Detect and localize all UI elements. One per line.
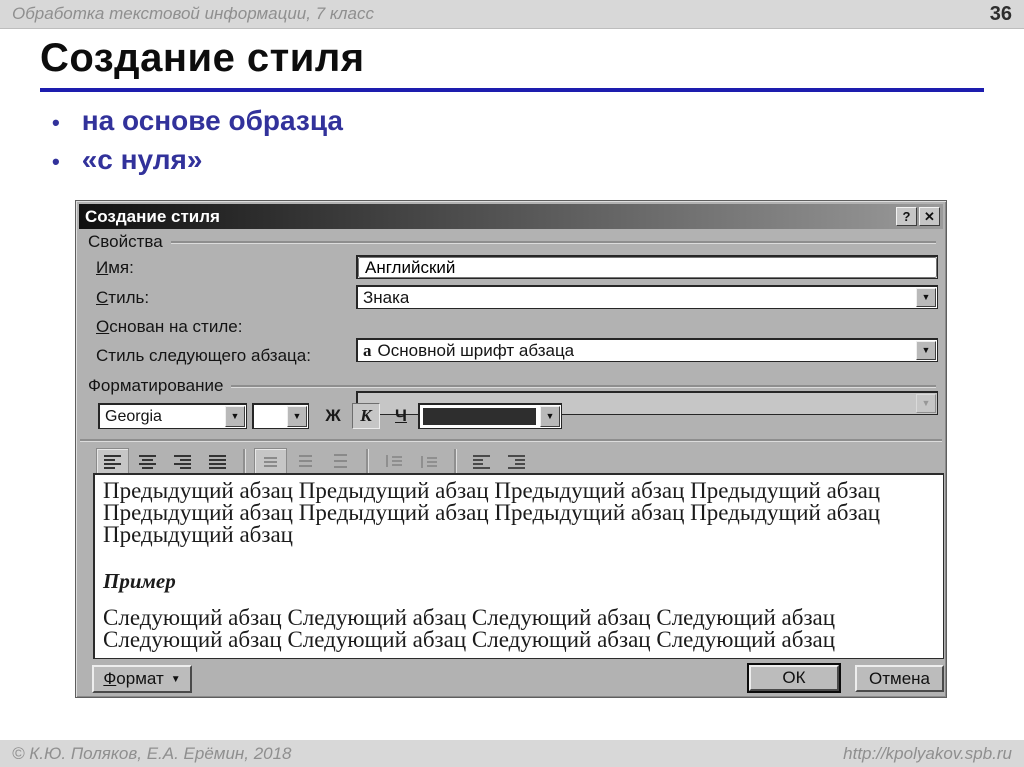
previous-paragraph-text: Предыдущий абзац: [103, 522, 293, 547]
line-spacing-double-icon: [332, 453, 349, 469]
next-paragraph-text: Следующий абзац Следующий абзац Следующи…: [103, 605, 836, 630]
title-underline: [40, 88, 984, 92]
previous-paragraph-text: Предыдущий абзац Предыдущий абзац Предыд…: [103, 500, 881, 525]
line-spacing-15-icon: [297, 453, 314, 469]
next-style-label: Стиль следующего абзаца:: [96, 346, 311, 365]
increase-indent-button[interactable]: [500, 448, 533, 474]
based-on-label: Основан на стиле:: [96, 317, 243, 336]
create-style-dialog: Создание стиля ? ✕ Свойства Имя: Стиль: …: [75, 200, 947, 698]
font-color-swatch: [423, 408, 536, 425]
ok-button-face: ОК: [749, 665, 839, 691]
char-style-icon: а: [363, 340, 372, 360]
dialog-titlebar[interactable]: Создание стиля ? ✕: [79, 204, 943, 229]
based-on-value: Основной шрифт абзаца: [377, 340, 575, 360]
style-label: Стиль:: [96, 288, 150, 307]
next-paragraph-text: Следующий абзац Следующий абзац Следующи…: [103, 627, 836, 652]
align-justify-icon: [209, 453, 226, 469]
sample-text: Пример: [103, 569, 176, 593]
space-after-button[interactable]: [412, 448, 445, 474]
help-button[interactable]: ?: [896, 207, 917, 226]
decrease-indent-button[interactable]: [465, 448, 498, 474]
bullet-icon: •: [52, 149, 60, 174]
space-after-icon: [420, 453, 437, 469]
chevron-down-icon: ▼: [916, 394, 936, 413]
close-icon[interactable]: ✕: [919, 207, 940, 226]
style-type-value: Знака: [363, 287, 410, 307]
chevron-down-icon[interactable]: ▼: [225, 406, 245, 427]
font-size-combobox[interactable]: ▼: [252, 403, 309, 429]
name-label: Имя:: [96, 258, 134, 277]
line-spacing-single-button[interactable]: [254, 448, 287, 474]
font-color-combobox[interactable]: ▼: [418, 403, 562, 429]
toolbar-separator: [454, 449, 456, 473]
italic-button[interactable]: К: [352, 403, 380, 429]
style-preview-pane: Предыдущий абзац Предыдущий абзац Предыд…: [93, 473, 944, 659]
dialog-title: Создание стиля: [85, 206, 220, 226]
align-right-icon: [174, 453, 191, 469]
group-rule: [170, 241, 936, 243]
underline-button[interactable]: Ч: [386, 403, 416, 429]
chevron-down-icon[interactable]: ▼: [287, 406, 307, 427]
space-before-icon: [385, 453, 402, 469]
toolbar-separator: [243, 449, 245, 473]
format-button-label: Формат: [103, 669, 164, 688]
bold-button[interactable]: Ж: [318, 403, 348, 429]
font-family-value: Georgia: [105, 407, 162, 425]
page-number: 36: [989, 2, 1012, 25]
site-url: http://kpolyakov.spb.ru: [843, 743, 1012, 763]
properties-group-label: Свойства: [88, 232, 163, 251]
based-on-combobox[interactable]: а Основной шрифт абзаца ▼: [356, 338, 938, 362]
copyright-text: © К.Ю. Поляков, Е.А. Ерёмин, 2018: [12, 743, 292, 763]
font-family-combobox[interactable]: Georgia ▼: [98, 403, 247, 429]
course-title: Обработка текстовой информации, 7 класс: [12, 4, 374, 23]
name-field-wrap: [356, 255, 938, 279]
formatting-group-label: Форматирование: [88, 376, 224, 395]
slide-title: Создание стиля: [40, 36, 365, 80]
format-menu-button[interactable]: Формат ▼: [92, 665, 192, 693]
top-bar: Обработка текстовой информации, 7 класс …: [0, 0, 1024, 29]
chevron-down-icon[interactable]: ▼: [916, 288, 936, 307]
formatting-group-header: Форматирование: [88, 376, 936, 396]
bullet-text: на основе образца: [81, 105, 343, 136]
increase-indent-icon: [508, 453, 525, 469]
space-before-button[interactable]: [377, 448, 410, 474]
bottom-bar: © К.Ю. Поляков, Е.А. Ерёмин, 2018 http:/…: [0, 740, 1024, 767]
align-justify-button[interactable]: [201, 448, 234, 474]
ok-button[interactable]: ОК: [747, 663, 841, 693]
line-spacing-double-button[interactable]: [324, 448, 357, 474]
properties-group-header: Свойства: [88, 232, 936, 252]
line-spacing-15-button[interactable]: [289, 448, 322, 474]
menu-arrow-icon: ▼: [170, 673, 181, 685]
line-spacing-single-icon: [262, 453, 279, 469]
align-center-icon: [139, 453, 156, 469]
style-name-input[interactable]: [358, 257, 937, 278]
decrease-indent-icon: [473, 453, 490, 469]
chevron-down-icon[interactable]: ▼: [916, 341, 936, 360]
divider: [80, 439, 942, 441]
bullet-icon: •: [52, 110, 60, 135]
toolbar-separator: [366, 449, 368, 473]
bullet-list: • на основе образца • «с нуля»: [52, 102, 343, 180]
group-rule: [231, 385, 936, 387]
list-item: • на основе образца: [52, 102, 343, 141]
cancel-button[interactable]: Отмена: [855, 665, 944, 692]
titlebar-buttons: ? ✕: [896, 207, 940, 226]
bullet-text: «с нуля»: [81, 144, 203, 175]
paragraph-toolbar: [96, 447, 535, 475]
previous-paragraph-text: Предыдущий абзац Предыдущий абзац Предыд…: [103, 478, 881, 503]
list-item: • «с нуля»: [52, 141, 343, 180]
chevron-down-icon[interactable]: ▼: [540, 406, 560, 427]
style-type-combobox[interactable]: Знака ▼: [356, 285, 938, 309]
align-center-button[interactable]: [131, 448, 164, 474]
align-left-icon: [104, 453, 121, 469]
align-right-button[interactable]: [166, 448, 199, 474]
align-left-button[interactable]: [96, 448, 129, 474]
